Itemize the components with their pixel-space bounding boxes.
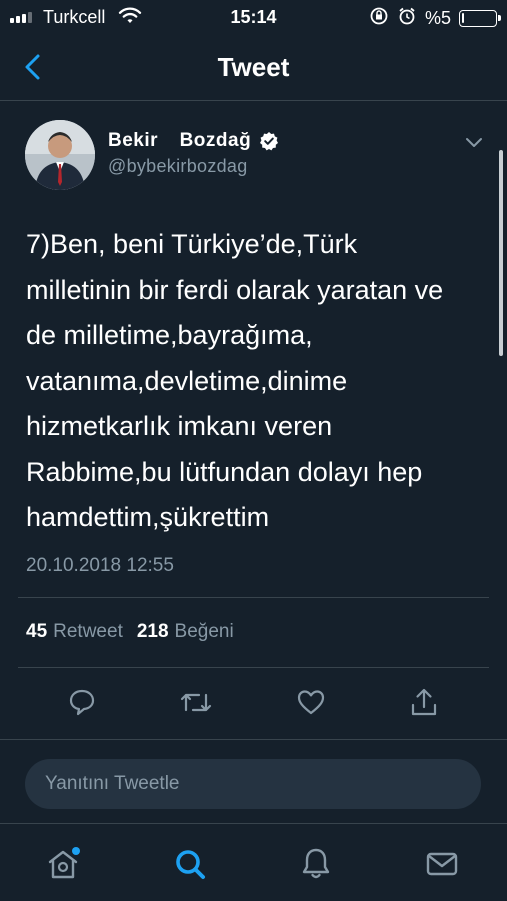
verified-badge-icon [260, 132, 279, 151]
like-button[interactable] [291, 682, 331, 722]
like-count-link[interactable]: 218 Beğeni [137, 621, 234, 643]
home-icon [48, 847, 80, 879]
tweet-timestamp: 20.10.2018 12:55 [26, 555, 174, 576]
tweet-text: 7)Ben, beni Türkiye’de,Türk milletinin b… [26, 222, 486, 541]
reply-button[interactable] [62, 682, 102, 722]
top-nav-bar: Tweet [0, 34, 507, 101]
tweet-line: Rabbime,bu lütfundan dolayı hep [26, 456, 423, 487]
rotation-lock-icon [369, 6, 389, 31]
avatar[interactable] [25, 120, 95, 190]
reply-input[interactable] [25, 759, 481, 809]
like-count: 218 [136, 621, 169, 642]
engagement-stats: 45 Retweet 218 Beğeni [26, 621, 234, 643]
tweet-line: hamdettim,şükrettim [26, 502, 270, 532]
bell-icon [302, 848, 330, 879]
status-bar: Turkcell 15:14 %5 [0, 0, 507, 34]
retweet-count: 45 [26, 621, 48, 642]
mail-icon [426, 852, 458, 876]
tweet-line: hizmetkarlık imkanı veren [26, 411, 333, 441]
tab-home[interactable] [41, 842, 85, 886]
retweet-icon [180, 693, 212, 712]
bottom-tab-bar [0, 823, 507, 901]
like-label: Beğeni [174, 621, 234, 642]
battery-percent: %5 [424, 8, 451, 28]
tweet-line: milletinin bir ferdi olarak yaratan ve [26, 274, 444, 305]
divider [0, 739, 507, 740]
retweet-label: Retweet [53, 621, 123, 642]
tweet-line: vatanıma,devletime,dinime [26, 365, 348, 396]
scrollbar[interactable] [499, 150, 503, 356]
tweet-actions [0, 682, 507, 726]
share-button[interactable] [404, 682, 444, 722]
tweet-menu-button[interactable] [463, 134, 485, 152]
comment-icon [69, 689, 95, 716]
alarm-icon [397, 6, 417, 31]
search-icon [176, 850, 205, 879]
retweet-button[interactable] [176, 682, 216, 722]
battery-icon [459, 10, 501, 27]
notification-dot [72, 847, 80, 855]
profile-photo [25, 120, 95, 190]
divider [18, 667, 489, 668]
divider [18, 597, 489, 598]
author-handle[interactable]: @bybekirbozdag [108, 156, 248, 177]
chevron-down-icon [466, 138, 482, 147]
tweet-line: 7)Ben, beni Türkiye’de,Türk [26, 229, 358, 259]
tab-notifications[interactable] [294, 842, 338, 886]
heart-icon [297, 690, 325, 715]
author-name[interactable]: Bekir Bozdağ [108, 130, 251, 152]
share-icon [411, 688, 437, 716]
tab-search[interactable] [168, 842, 212, 886]
tab-messages[interactable] [420, 842, 464, 886]
page-title: Tweet [217, 52, 290, 82]
retweet-count-link[interactable]: 45 Retweet [26, 621, 123, 643]
tweet-line: de milletime,bayrağıma, [26, 320, 313, 350]
author-name-row[interactable]: Bekir Bozdağ [108, 130, 279, 152]
